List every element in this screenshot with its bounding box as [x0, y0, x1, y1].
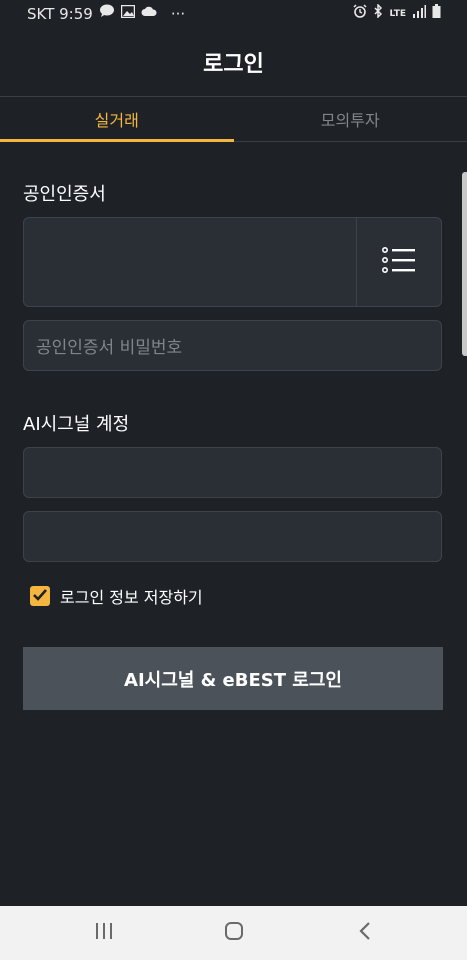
account-password-field[interactable]	[23, 511, 442, 562]
certificate-section-label: 공인인증서	[23, 184, 106, 205]
certificate-password-field[interactable]: 공인인증서 비밀번호	[23, 320, 442, 371]
bluetooth-icon	[373, 3, 383, 23]
certificate-list-button[interactable]	[356, 218, 441, 306]
remember-login-row[interactable]: 로그인 정보 저장하기	[30, 584, 203, 608]
recent-apps-button[interactable]	[74, 906, 134, 960]
account-section-label: AI시그널 계정	[23, 414, 130, 435]
login-button-label: AI시그널 & eBEST 로그인	[124, 669, 342, 691]
home-button[interactable]	[204, 906, 264, 960]
more-notifications-icon: ···	[170, 4, 186, 23]
system-nav-bar	[0, 906, 467, 960]
app-header: 로그인	[0, 28, 467, 97]
remember-login-checkbox[interactable]	[30, 586, 50, 606]
cloud-icon	[141, 6, 157, 22]
back-button[interactable]	[335, 906, 395, 960]
tab-mock-investment[interactable]: 모의투자	[234, 97, 467, 141]
remember-login-label: 로그인 정보 저장하기	[60, 588, 203, 607]
signal-icon	[412, 4, 426, 23]
scroll-indicator[interactable]	[462, 172, 467, 356]
account-id-field[interactable]	[23, 447, 442, 498]
status-bar: SKT 9:59 ··· LTE	[0, 0, 467, 28]
carrier-time: SKT 9:59	[27, 4, 93, 23]
status-left: SKT 9:59 ···	[27, 4, 185, 23]
mode-tabs: 실거래 모의투자	[0, 97, 467, 142]
certificate-password-placeholder: 공인인증서 비밀번호	[36, 338, 183, 358]
login-button[interactable]: AI시그널 & eBEST 로그인	[23, 647, 443, 710]
tab-label: 실거래	[94, 111, 139, 130]
check-icon	[32, 587, 48, 606]
list-icon	[381, 246, 416, 277]
gallery-icon	[120, 4, 136, 23]
alarm-icon	[353, 4, 367, 23]
tab-real-trading[interactable]: 실거래	[0, 97, 234, 142]
page-title: 로그인	[203, 52, 264, 77]
home-icon	[224, 921, 244, 945]
back-icon	[358, 921, 372, 945]
certificate-select-field[interactable]	[23, 217, 442, 307]
network-type: LTE	[389, 8, 406, 19]
recent-apps-icon	[94, 922, 114, 944]
message-icon	[99, 4, 115, 23]
status-right: LTE	[353, 3, 441, 23]
tab-label: 모의투자	[320, 111, 380, 130]
battery-icon	[432, 4, 441, 23]
